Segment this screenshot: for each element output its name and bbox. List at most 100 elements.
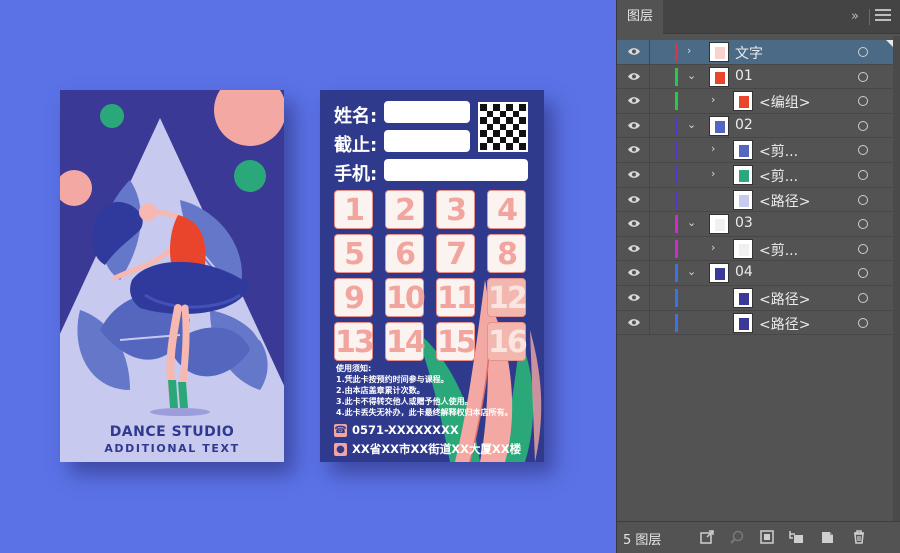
- lock-column[interactable]: [649, 113, 650, 138]
- layer-name[interactable]: 文字: [735, 43, 763, 63]
- target-circle-icon[interactable]: [858, 71, 868, 82]
- visibility-eye-icon[interactable]: [627, 293, 641, 302]
- target-circle-icon[interactable]: [858, 170, 868, 180]
- locate-object-icon[interactable]: [729, 529, 745, 545]
- target-circle-icon[interactable]: [858, 96, 868, 107]
- trash-icon[interactable]: [851, 529, 867, 545]
- target-circle-icon[interactable]: [858, 47, 868, 57]
- disclosure-arrow-icon[interactable]: ⌄: [687, 69, 696, 82]
- location-pin-icon: ●: [334, 442, 347, 456]
- layer-row[interactable]: <路径>: [617, 310, 893, 336]
- card-back[interactable]: 姓名: 截止: 手机: 1 2 3 4 5 6 7 8 9 10 11 12 13 14 15 16 使用须知…: [320, 90, 544, 462]
- lock-column[interactable]: [649, 187, 650, 212]
- layer-row[interactable]: ⌄ 04: [617, 261, 893, 286]
- lock-column[interactable]: [649, 138, 650, 162]
- stamp-box: 1: [334, 190, 373, 229]
- export-icon[interactable]: [699, 529, 715, 545]
- layer-name[interactable]: <剪...: [759, 240, 798, 260]
- layer-name[interactable]: <路径>: [759, 289, 810, 309]
- layer-row[interactable]: ⌄ 01: [617, 64, 893, 90]
- new-layer-icon[interactable]: [819, 529, 835, 545]
- visibility-eye-icon[interactable]: [627, 121, 641, 130]
- layer-row[interactable]: <路径>: [617, 286, 893, 311]
- tab-layers[interactable]: 图层: [617, 0, 663, 35]
- layer-name[interactable]: 04: [735, 264, 753, 280]
- target-circle-icon[interactable]: [858, 145, 868, 156]
- disclosure-arrow-icon[interactable]: ⌄: [687, 118, 696, 131]
- disclosure-arrow-icon[interactable]: ›: [711, 241, 715, 254]
- disclosure-arrow-icon[interactable]: ›: [687, 44, 691, 57]
- artboard-canvas[interactable]: DANCE STUDIO ADDITIONAL TEXT 姓名: 截止: 手机:…: [0, 0, 616, 553]
- layer-row[interactable]: <路径>: [617, 187, 893, 213]
- stamp-box: 16: [487, 322, 528, 361]
- lock-column[interactable]: [649, 89, 650, 113]
- layer-name[interactable]: <剪...: [759, 141, 798, 161]
- visibility-eye-icon[interactable]: [627, 72, 641, 81]
- layer-list-scrollbar[interactable]: [893, 36, 900, 521]
- disclosure-arrow-icon[interactable]: ⌄: [687, 265, 696, 278]
- layer-row[interactable]: › <剪...: [617, 138, 893, 163]
- collapse-panel-icon[interactable]: »: [851, 9, 859, 24]
- layer-row[interactable]: › 文字: [617, 40, 893, 65]
- lock-column[interactable]: [649, 310, 650, 335]
- visibility-eye-icon[interactable]: [627, 170, 641, 179]
- expiry-field[interactable]: [384, 130, 470, 152]
- layer-name[interactable]: <路径>: [759, 191, 810, 211]
- target-circle-icon[interactable]: [858, 219, 868, 230]
- disclosure-arrow-icon[interactable]: ›: [711, 167, 715, 180]
- name-field[interactable]: [384, 101, 470, 123]
- lock-column[interactable]: [649, 286, 650, 310]
- layer-thumbnail: [733, 288, 753, 308]
- stamp-box: 5: [334, 234, 373, 273]
- lock-column[interactable]: [649, 163, 650, 187]
- layer-color-bar: [675, 264, 678, 283]
- visibility-eye-icon[interactable]: [627, 318, 641, 327]
- target-circle-icon[interactable]: [858, 317, 868, 328]
- visibility-eye-icon[interactable]: [627, 219, 641, 228]
- lock-column[interactable]: [649, 261, 650, 285]
- target-circle-icon[interactable]: [858, 293, 868, 303]
- card-front[interactable]: DANCE STUDIO ADDITIONAL TEXT: [60, 90, 284, 462]
- lock-column[interactable]: [649, 40, 650, 64]
- contact-phone: ☎ 0571-XXXXXXXX: [334, 423, 459, 437]
- target-circle-icon[interactable]: [858, 243, 868, 254]
- hamburger-icon[interactable]: [875, 9, 891, 23]
- target-circle-icon[interactable]: [858, 194, 868, 205]
- layer-thumbnail: [709, 66, 729, 87]
- disclosure-arrow-icon[interactable]: ›: [711, 142, 715, 155]
- phone-field[interactable]: [384, 159, 528, 181]
- panel-footer: 5 图层: [617, 521, 900, 553]
- layer-name[interactable]: <剪...: [759, 166, 798, 186]
- visibility-eye-icon[interactable]: [627, 96, 641, 105]
- target-circle-icon[interactable]: [858, 268, 868, 279]
- visibility-eye-icon[interactable]: [627, 145, 641, 154]
- disclosure-arrow-icon[interactable]: ⌄: [687, 216, 696, 229]
- lock-column[interactable]: [649, 236, 650, 261]
- layer-name[interactable]: 03: [735, 215, 753, 231]
- layer-row[interactable]: ⌄ 02: [617, 113, 893, 139]
- visibility-eye-icon[interactable]: [627, 244, 641, 253]
- visibility-eye-icon[interactable]: [627, 268, 641, 277]
- new-sublayer-icon[interactable]: [789, 529, 805, 545]
- stamp-box: 3: [436, 190, 475, 229]
- usage-note: 3.此卡不得转交他人或赠予他人使用。: [336, 397, 473, 406]
- lock-column[interactable]: [649, 64, 650, 89]
- target-circle-icon[interactable]: [858, 120, 868, 131]
- layer-row[interactable]: › <剪...: [617, 163, 893, 188]
- layer-row[interactable]: › <剪...: [617, 236, 893, 262]
- clipping-mask-icon[interactable]: [759, 529, 775, 545]
- layer-color-bar: [675, 190, 678, 209]
- layer-name[interactable]: 02: [735, 117, 753, 133]
- layer-name[interactable]: 01: [735, 68, 753, 84]
- visibility-eye-icon[interactable]: [627, 195, 641, 204]
- visibility-eye-icon[interactable]: [627, 47, 641, 56]
- layer-row[interactable]: › <编组>: [617, 89, 893, 114]
- stamp-box: 9: [334, 278, 373, 317]
- layer-name[interactable]: <路径>: [759, 314, 810, 334]
- stamp-box: 8: [487, 234, 526, 273]
- layer-row[interactable]: ⌄ 03: [617, 212, 893, 237]
- lock-column[interactable]: [649, 212, 650, 236]
- disclosure-arrow-icon[interactable]: ›: [711, 93, 715, 106]
- layer-name[interactable]: <编组>: [759, 92, 810, 112]
- layer-thumbnail: [733, 312, 753, 333]
